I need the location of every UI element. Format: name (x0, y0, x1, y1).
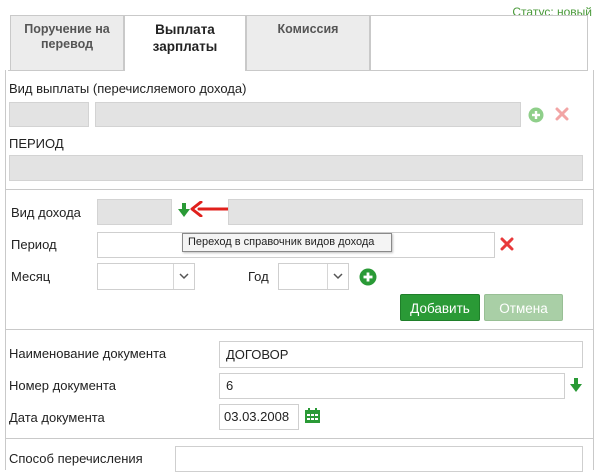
period-section-field[interactable] (9, 155, 583, 181)
tab-label-line2: зарплаты (152, 39, 218, 54)
income-name-field[interactable] (228, 199, 583, 225)
payout-type-label: Вид выплаты (перечисляемого дохода) (9, 81, 247, 96)
cancel-button[interactable]: Отмена (484, 294, 563, 321)
plus-circle-icon[interactable] (359, 268, 377, 286)
document-name-field[interactable]: ДОГОВОР (219, 341, 583, 368)
transfer-method-select[interactable] (175, 446, 583, 472)
calendar-icon[interactable] (304, 407, 321, 424)
chevron-down-icon (333, 273, 343, 280)
add-button[interactable]: Добавить (400, 294, 480, 321)
document-number-field[interactable]: 6 (219, 373, 565, 399)
tab-label-line1: Выплата (155, 22, 215, 37)
tab-transfer-order[interactable]: Поручение на перевод (10, 15, 124, 70)
tab-label-line1: Поручение на (24, 22, 110, 36)
tab-bar: Поручение на перевод Выплата зарплаты Ко… (8, 15, 588, 71)
income-code-field[interactable] (97, 199, 172, 225)
section-divider (5, 189, 594, 190)
tab-salary-payment[interactable]: Выплата зарплаты (124, 15, 246, 71)
year-label: Год (248, 269, 269, 284)
document-date-field[interactable]: 03.03.2008 (219, 404, 299, 430)
income-type-label: Вид дохода (11, 205, 81, 220)
payout-name-field[interactable] (95, 102, 521, 127)
document-name-label: Наименование документа (9, 346, 167, 361)
arrow-down-icon[interactable] (570, 377, 582, 393)
tab-commission[interactable]: Комиссия (246, 15, 370, 70)
transfer-method-label: Способ перечисления (9, 451, 143, 466)
tab-bar-filler (370, 15, 588, 70)
document-number-label: Номер документа (9, 378, 117, 393)
tab-label-line1: Комиссия (277, 22, 339, 36)
plus-circle-icon[interactable] (528, 107, 544, 123)
period-section-label: ПЕРИОД (9, 136, 64, 151)
section-divider (5, 438, 594, 439)
income-period-label: Период (11, 237, 57, 252)
month-dropdown-toggle[interactable] (173, 264, 194, 289)
section-divider (5, 329, 594, 330)
month-select[interactable] (97, 263, 195, 290)
tooltip-income-directory: Переход в справочник видов дохода (182, 233, 392, 252)
document-date-label: Дата документа (9, 410, 105, 425)
tab-label-line2: перевод (40, 37, 93, 51)
payout-code-field[interactable] (9, 102, 89, 127)
close-icon[interactable] (500, 237, 514, 251)
year-dropdown-toggle[interactable] (327, 264, 348, 289)
close-icon[interactable] (555, 107, 569, 121)
chevron-down-icon (179, 273, 189, 280)
month-label: Месяц (11, 269, 51, 284)
year-select[interactable] (278, 263, 349, 290)
